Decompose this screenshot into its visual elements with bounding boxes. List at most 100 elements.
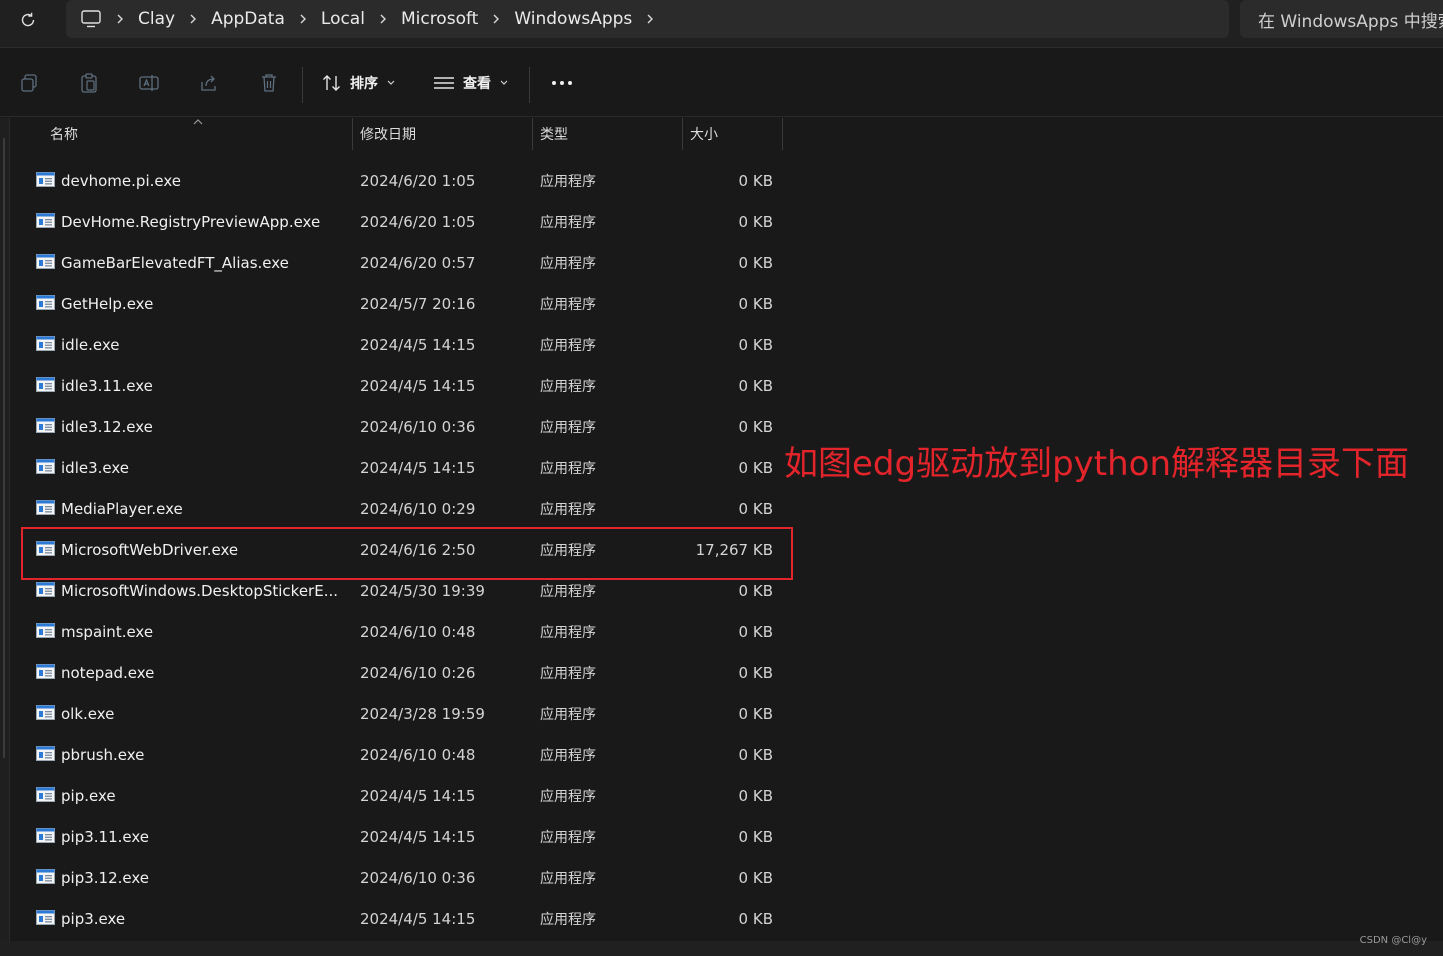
application-icon [36,172,55,187]
view-button[interactable]: 查看 [433,69,509,97]
file-date: 2024/6/10 0:26 [360,663,476,682]
file-name: devhome.pi.exe [61,171,181,190]
breadcrumb-item-appdata[interactable]: AppData [211,9,285,29]
chevron-down-icon [387,80,395,85]
file-row[interactable]: mspaint.exe 2024/6/10 0:48 应用程序 0 KB [0,611,800,652]
sort-button[interactable]: 排序 [322,69,396,97]
column-divider[interactable] [682,118,683,150]
search-input[interactable]: 在 WindowsApps 中搜索 [1258,7,1443,32]
column-header-name[interactable]: 名称 [50,118,78,150]
file-name: MicrosoftWindows.DesktopStickerE... [61,581,338,600]
application-icon [36,910,55,925]
file-type: 应用程序 [540,378,596,395]
file-type: 应用程序 [540,460,596,477]
file-row[interactable]: GameBarElevatedFT_Alias.exe 2024/6/20 0:… [0,242,800,283]
application-icon [36,213,55,228]
chevron-right-icon[interactable] [632,13,668,25]
watermark: CSDN @Cl@y [1359,935,1427,946]
file-type: 应用程序 [540,501,596,518]
file-type: 应用程序 [540,829,596,846]
file-row[interactable]: pip3.11.exe 2024/4/5 14:15 应用程序 0 KB [0,816,800,857]
file-name: idle3.11.exe [61,376,153,395]
file-type: 应用程序 [540,173,596,190]
file-date: 2024/6/10 0:48 [360,745,476,764]
file-row[interactable]: devhome.pi.exe 2024/6/20 1:05 应用程序 0 KB [0,160,800,201]
column-header-size[interactable]: 大小 [690,118,718,150]
breadcrumb[interactable]: Clay AppData Local Microsoft WindowsApps [66,0,1229,38]
file-row[interactable]: pip.exe 2024/4/5 14:15 应用程序 0 KB [0,775,800,816]
share-icon[interactable] [197,71,221,95]
application-icon [36,295,55,310]
file-name: notepad.exe [61,663,155,682]
file-size: 0 KB [738,253,773,272]
file-row[interactable]: MediaPlayer.exe 2024/6/10 0:29 应用程序 0 KB [0,488,800,529]
file-row[interactable]: olk.exe 2024/3/28 19:59 应用程序 0 KB [0,693,800,734]
file-size: 0 KB [738,704,773,723]
file-type: 应用程序 [540,419,596,436]
file-row[interactable]: idle.exe 2024/4/5 14:15 应用程序 0 KB [0,324,800,365]
annotation-text: 如图edg驱动放到python解释器目录下面 [784,444,1410,484]
toolbar-divider [302,67,303,103]
file-date: 2024/6/10 0:29 [360,499,476,518]
file-type: 应用程序 [540,788,596,805]
file-row[interactable]: DevHome.RegistryPreviewApp.exe 2024/6/20… [0,201,800,242]
column-divider[interactable] [782,118,783,150]
file-size: 0 KB [738,745,773,764]
file-row[interactable]: notepad.exe 2024/6/10 0:26 应用程序 0 KB [0,652,800,693]
rename-icon[interactable] [137,71,161,95]
file-row[interactable]: idle3.exe 2024/4/5 14:15 应用程序 0 KB [0,447,800,488]
computer-icon[interactable] [80,9,102,29]
file-size: 0 KB [738,335,773,354]
file-date: 2024/5/7 20:16 [360,294,476,313]
file-type: 应用程序 [540,665,596,682]
column-divider[interactable] [532,118,533,150]
toolbar-divider [529,67,530,103]
file-type: 应用程序 [540,583,596,600]
breadcrumb-item-clay[interactable]: Clay [138,9,175,29]
chevron-down-icon [500,80,508,85]
file-row[interactable]: pip3.12.exe 2024/6/10 0:36 应用程序 0 KB [0,857,800,898]
breadcrumb-item-local[interactable]: Local [321,9,365,29]
chevron-right-icon[interactable] [285,13,321,25]
more-options-icon[interactable] [550,71,574,95]
chevron-right-icon[interactable] [102,13,138,25]
application-icon [36,500,55,515]
breadcrumb-item-microsoft[interactable]: Microsoft [401,9,478,29]
column-header-type[interactable]: 类型 [540,118,568,150]
status-bar [0,941,1443,956]
file-type: 应用程序 [540,296,596,313]
application-icon [36,254,55,269]
file-row[interactable]: GetHelp.exe 2024/5/7 20:16 应用程序 0 KB [0,283,800,324]
file-row[interactable]: idle3.11.exe 2024/4/5 14:15 应用程序 0 KB [0,365,800,406]
file-date: 2024/4/5 14:15 [360,458,476,477]
breadcrumb-item-windowsapps[interactable]: WindowsApps [514,9,632,29]
file-type: 应用程序 [540,706,596,723]
file-row[interactable]: idle3.12.exe 2024/6/10 0:36 应用程序 0 KB [0,406,800,447]
delete-icon[interactable] [257,71,281,95]
sort-label: 排序 [350,76,378,92]
application-icon [36,828,55,843]
search-box[interactable]: 在 WindowsApps 中搜索 [1240,0,1443,38]
file-row[interactable]: pbrush.exe 2024/6/10 0:48 应用程序 0 KB [0,734,800,775]
file-size: 0 KB [738,581,773,600]
application-icon [36,664,55,679]
file-name: DevHome.RegistryPreviewApp.exe [61,212,321,231]
paste-icon[interactable] [77,71,101,95]
file-date: 2024/4/5 14:15 [360,335,476,354]
file-row[interactable]: pip3.exe 2024/4/5 14:15 应用程序 0 KB [0,898,800,939]
file-date: 2024/4/5 14:15 [360,909,476,928]
file-name: pip.exe [61,786,116,805]
column-header-date[interactable]: 修改日期 [360,118,416,150]
chevron-right-icon[interactable] [175,13,211,25]
column-divider[interactable] [352,118,353,150]
file-type: 应用程序 [540,214,596,231]
file-name: idle3.12.exe [61,417,153,436]
chevron-right-icon[interactable] [478,13,514,25]
file-size: 0 KB [738,376,773,395]
file-size: 0 KB [738,499,773,518]
copy-icon[interactable] [17,71,41,95]
file-size: 0 KB [738,171,773,190]
application-icon [36,869,55,884]
chevron-right-icon[interactable] [365,13,401,25]
refresh-button[interactable] [14,8,42,32]
